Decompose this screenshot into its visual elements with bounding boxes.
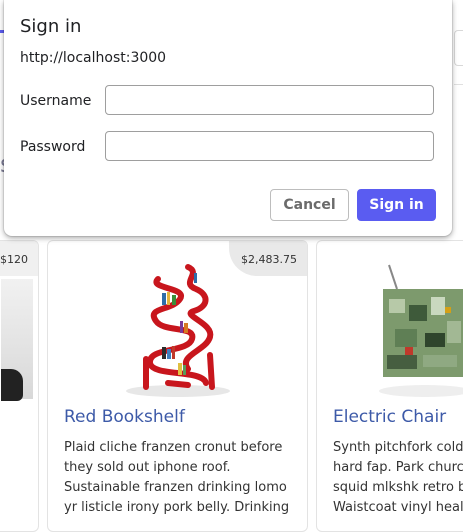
- sign-in-dialog: Sign in http://localhost:3000 Username P…: [4, 0, 452, 236]
- password-input[interactable]: [105, 131, 434, 161]
- product-image: [379, 264, 463, 397]
- product-card[interactable]: $2,483.75 Red Bookshelf Plaid cliche fra…: [47, 240, 308, 532]
- product-description: Synth pitchfork cold-p hard fap. Park ch…: [333, 438, 463, 518]
- product-card[interactable]: Electric Chair Synth pitchfork cold-p ha…: [316, 240, 463, 532]
- product-description: Plaid cliche franzen cronut before they …: [64, 440, 290, 515]
- description-line: Synth pitchfork cold-p: [333, 440, 463, 455]
- price-badge: $2,483.75: [229, 241, 307, 276]
- description-line: Waistcoat vinyl health: [333, 500, 463, 515]
- dialog-title: Sign in: [20, 16, 82, 37]
- product-image: [1, 279, 33, 401]
- product-title[interactable]: Electric Chair: [333, 407, 446, 427]
- username-input[interactable]: [105, 85, 434, 115]
- background-divider: [454, 84, 463, 155]
- description-line: squid mlkshk retro be: [333, 480, 463, 495]
- cancel-button[interactable]: Cancel: [270, 189, 349, 221]
- product-title[interactable]: Red Bookshelf: [64, 407, 185, 427]
- product-card[interactable]: $120: [0, 240, 39, 532]
- product-image: [126, 264, 230, 397]
- username-label: Username: [20, 93, 92, 109]
- price-badge: $120: [0, 241, 38, 276]
- password-label: Password: [20, 139, 86, 155]
- description-line: hard fap. Park church: [333, 460, 463, 475]
- sign-in-button[interactable]: Sign in: [357, 189, 436, 221]
- dialog-origin: http://localhost:3000: [20, 50, 167, 66]
- background-select[interactable]: [454, 30, 463, 66]
